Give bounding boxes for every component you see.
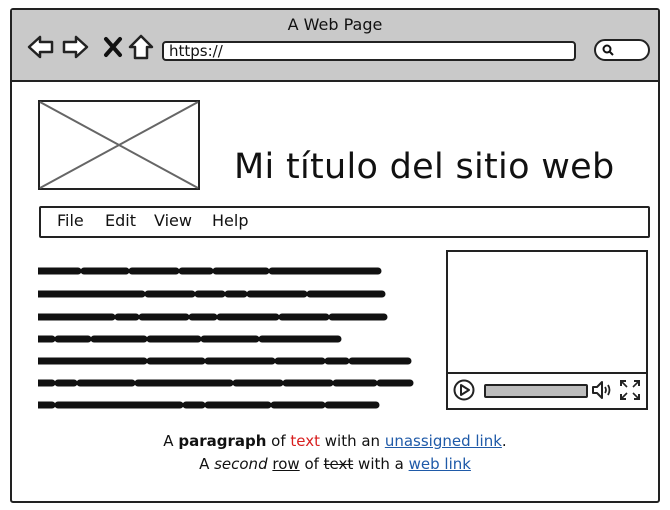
red-text: text bbox=[290, 432, 320, 450]
url-input[interactable]: https:// bbox=[162, 41, 576, 61]
web-link[interactable]: web link bbox=[409, 455, 471, 473]
text-run: . bbox=[501, 432, 507, 450]
video-player[interactable] bbox=[446, 250, 648, 410]
paragraph-line-2: A second row of text with a web link bbox=[52, 455, 618, 473]
text-run: A bbox=[163, 432, 179, 450]
text-run: of bbox=[299, 455, 324, 473]
site-title: Mi título del sitio web bbox=[234, 147, 615, 187]
unassigned-link[interactable]: unassigned link bbox=[385, 432, 502, 450]
forward-arrow-icon[interactable] bbox=[60, 32, 90, 62]
title-bar: A Web Page https:// bbox=[12, 10, 658, 82]
menu-item-file[interactable]: File bbox=[57, 211, 84, 230]
text-run: A bbox=[199, 455, 215, 473]
underlined-text: row bbox=[272, 455, 300, 473]
back-arrow-icon[interactable] bbox=[26, 32, 56, 62]
video-controls bbox=[448, 372, 646, 408]
volume-icon[interactable] bbox=[590, 378, 614, 402]
search-field[interactable] bbox=[594, 39, 650, 61]
paragraph-line-1: A paragraph of text with an unassigned l… bbox=[52, 432, 618, 450]
text-run: with an bbox=[320, 432, 385, 450]
home-icon[interactable] bbox=[126, 32, 156, 62]
menu-bar: File Edit View Help bbox=[39, 206, 650, 238]
italic-text: second bbox=[214, 455, 268, 473]
play-icon[interactable] bbox=[453, 379, 475, 401]
bold-text: paragraph bbox=[178, 432, 267, 450]
video-progress-bar[interactable] bbox=[484, 384, 588, 398]
strikethrough-text: text bbox=[323, 455, 354, 473]
browser-window: A Web Page https:// Mi título del sitio … bbox=[10, 8, 660, 503]
text-run: of bbox=[266, 432, 291, 450]
fullscreen-icon[interactable] bbox=[618, 378, 642, 402]
menu-item-view[interactable]: View bbox=[154, 211, 192, 230]
placeholder-text-scribbles bbox=[38, 267, 414, 409]
search-icon bbox=[602, 44, 614, 56]
close-x-icon[interactable] bbox=[98, 32, 128, 62]
menu-item-help[interactable]: Help bbox=[212, 211, 248, 230]
text-run: with a bbox=[353, 455, 409, 473]
menu-item-edit[interactable]: Edit bbox=[105, 211, 136, 230]
image-placeholder-icon bbox=[38, 100, 200, 190]
